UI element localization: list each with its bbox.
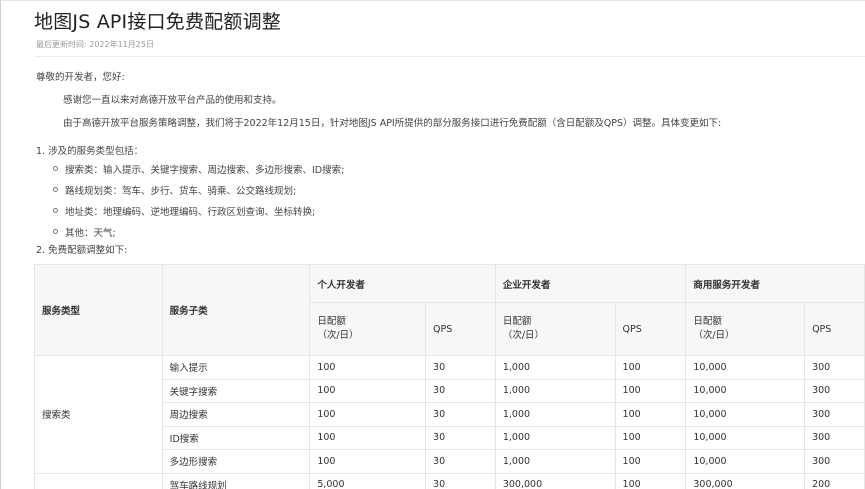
personal-daily-cell: 100 — [309, 355, 427, 380]
personal-daily-cell: 100 — [309, 449, 427, 474]
personal-daily-cell: 100 — [309, 402, 427, 427]
enterprise-daily-cell: 1,000 — [494, 425, 616, 450]
last-updated-date: 最后更新时间: 2022年11月25日 — [36, 40, 154, 49]
enterprise-daily-cell: 1,000 — [494, 355, 616, 380]
header-qps: QPS — [804, 302, 865, 356]
service-sub-cell: 关键字搜索 — [161, 378, 311, 403]
personal-qps-cell: 30 — [425, 402, 496, 427]
header-service-sub: 服务子类 — [161, 264, 311, 356]
enterprise-qps-cell: 100 — [614, 449, 687, 474]
enterprise-daily-cell: 1,000 — [494, 449, 616, 474]
service-sub-cell: 输入提示 — [161, 355, 311, 380]
commercial-qps-cell: 200 — [804, 472, 865, 489]
enterprise-qps-cell: 100 — [614, 355, 687, 380]
enterprise-qps-cell: 100 — [614, 402, 687, 427]
service-sub-cell: 周边搜索 — [161, 402, 311, 427]
personal-daily-cell: 100 — [309, 425, 427, 450]
header-daily-quota: 日配额 （次/日） — [309, 302, 427, 356]
bullet-icon — [53, 229, 58, 234]
service-sub-cell: 驾车路线规划 — [161, 472, 311, 489]
commercial-qps-cell: 300 — [804, 449, 865, 474]
commercial-qps-cell: 300 — [804, 402, 865, 427]
section-1-heading: 1. 涉及的服务类型包括： — [36, 146, 144, 157]
bullet-icon — [53, 208, 58, 213]
commercial-qps-cell: 300 — [804, 425, 865, 450]
section-2-heading: 2. 免费配额调整如下: — [36, 245, 128, 256]
bullet-icon — [53, 187, 58, 192]
enterprise-daily-cell: 1,000 — [494, 402, 616, 427]
service-type-item: 搜索类：输入提示、关键字搜索、周边搜索、多边形搜索、ID搜索; — [65, 165, 345, 176]
table-row: 搜索类 输入提示 100 30 1,000 100 10,000 300 — [34, 355, 865, 474]
enterprise-qps-cell: 100 — [614, 378, 687, 403]
header-daily-quota: 日配额 （次/日） — [494, 302, 616, 356]
bullet-icon — [53, 166, 58, 171]
page-title: 地图JS API接口免费配额调整 — [34, 11, 281, 33]
enterprise-daily-cell: 300,000 — [494, 472, 616, 489]
personal-daily-cell: 5,000 — [309, 472, 427, 489]
commercial-daily-cell: 10,000 — [685, 378, 806, 403]
personal-daily-cell: 100 — [309, 378, 427, 403]
commercial-daily-cell: 10,000 — [685, 449, 806, 474]
personal-qps-cell: 30 — [425, 449, 496, 474]
personal-qps-cell: 30 — [425, 378, 496, 403]
commercial-daily-cell: 10,000 — [685, 402, 806, 427]
intro-text: 由于高德开放平台服务策略调整，我们将于2022年12月15日，针对地图JS AP… — [63, 118, 722, 129]
service-sub-cell: 多边形搜索 — [161, 449, 311, 474]
enterprise-qps-cell: 100 — [614, 472, 687, 489]
title-divider — [34, 56, 865, 57]
service-type-item: 地址类：地理编码、逆地理编码、行政区划查询、坐标转换; — [65, 207, 316, 218]
personal-qps-cell: 30 — [425, 425, 496, 450]
enterprise-qps-cell: 100 — [614, 425, 687, 450]
header-service-type: 服务类型 — [34, 264, 163, 356]
header-enterprise-developer: 企业开发者 — [494, 264, 687, 303]
service-sub-cell: ID搜索 — [161, 425, 311, 450]
quota-table: 服务类型 服务子类 个人开发者 企业开发者 商用服务开发者 日配额 （次/日） Q… — [34, 264, 865, 489]
service-type-item: 路线规划类：驾车、步行、货车、骑乘、公交路线规划; — [65, 186, 297, 197]
greeting-text: 尊敬的开发者，您好: — [36, 72, 125, 83]
service-type-cell: 搜索类 — [34, 355, 163, 474]
header-qps: QPS — [614, 302, 687, 356]
header-daily-quota: 日配额 （次/日） — [685, 302, 806, 356]
header-commercial-developer: 商用服务开发者 — [685, 264, 865, 303]
commercial-qps-cell: 300 — [804, 355, 865, 380]
thanks-text: 感谢您一直以来对高德开放平台产品的使用和支持。 — [63, 95, 282, 106]
table-row: 驾车路线规划 5,000 30 300,000 100 300,000 200 — [34, 472, 865, 489]
header-personal-developer: 个人开发者 — [309, 264, 496, 303]
commercial-daily-cell: 10,000 — [685, 355, 806, 380]
personal-qps-cell: 30 — [425, 355, 496, 380]
commercial-daily-cell: 300,000 — [685, 472, 806, 489]
enterprise-daily-cell: 1,000 — [494, 378, 616, 403]
service-type-cell — [34, 472, 163, 489]
commercial-daily-cell: 10,000 — [685, 425, 806, 450]
service-type-item: 其他：天气; — [65, 228, 116, 239]
commercial-qps-cell: 300 — [804, 378, 865, 403]
document-page: 地图JS API接口免费配额调整 最后更新时间: 2022年11月25日 尊敬的… — [0, 0, 865, 489]
header-qps: QPS — [425, 302, 496, 356]
personal-qps-cell: 30 — [425, 472, 496, 489]
